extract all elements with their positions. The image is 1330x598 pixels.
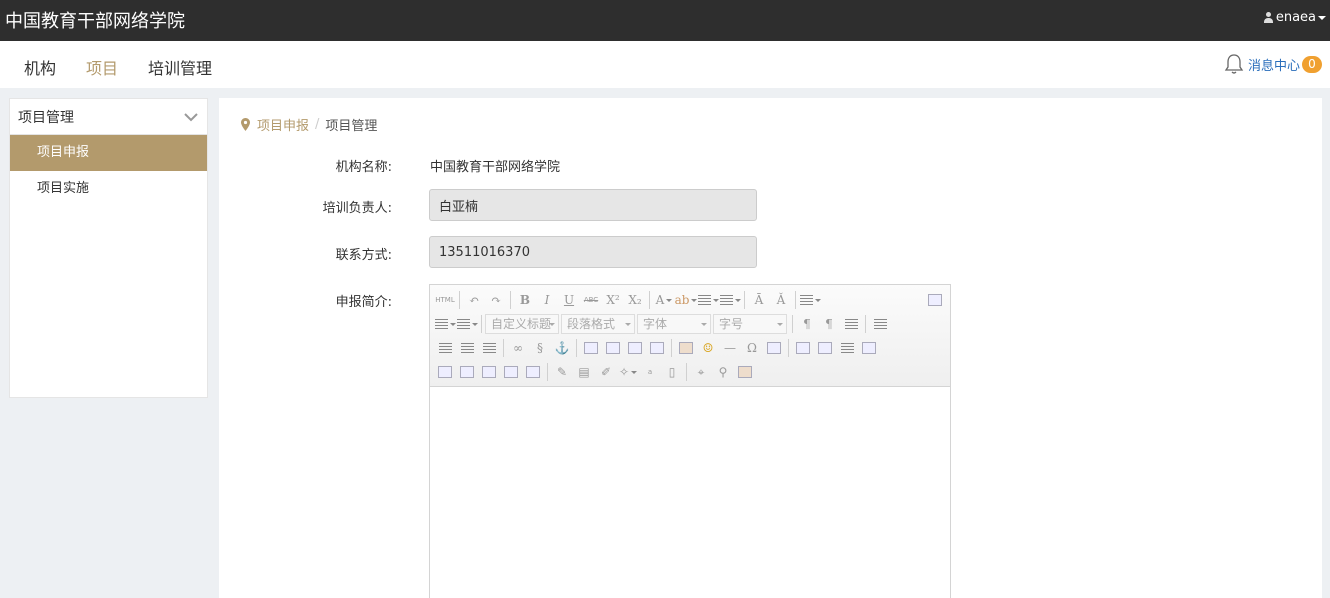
contact-person-label: 培训负责人:: [322, 201, 392, 216]
link-icon[interactable]: ∞: [507, 338, 529, 358]
merge-cells-icon[interactable]: [500, 362, 522, 382]
site-title: 中国教育干部网络学院: [5, 11, 185, 32]
main-nav: 机构 项目 培训管理 消息中心 0: [0, 41, 1330, 88]
align-center-icon[interactable]: [434, 338, 456, 358]
magic-wand-icon[interactable]: ✧: [617, 362, 639, 382]
rtl-icon[interactable]: ¶: [818, 314, 840, 334]
image-right-icon[interactable]: [602, 338, 624, 358]
image-left-icon[interactable]: [580, 338, 602, 358]
user-icon: [1263, 11, 1274, 24]
image-center-icon[interactable]: [646, 338, 668, 358]
sidebar-group-label: 项目管理: [18, 109, 74, 126]
map-pin-icon: [241, 118, 250, 131]
org-name-value: 中国教育干部网络学院: [430, 160, 561, 175]
align-justify-icon[interactable]: [478, 338, 500, 358]
ltr-icon[interactable]: ¶: [796, 314, 818, 334]
word-image-icon[interactable]: [763, 338, 785, 358]
paragraph-spacing-icon[interactable]: [434, 314, 456, 334]
sidebar-item-project-implement[interactable]: 项目实施: [10, 171, 207, 207]
page-icon[interactable]: ▯: [661, 362, 683, 382]
font-size-select[interactable]: 字号: [713, 314, 787, 334]
rich-text-editor: HTML ↶ ↷ B I U ABC X² X₂ A ab Ā Ǎ 自定义标题 …: [429, 284, 951, 598]
line-height-icon[interactable]: [456, 314, 478, 334]
unordered-list-icon[interactable]: [719, 290, 741, 310]
ordered-list-icon[interactable]: [697, 290, 719, 310]
search-replace-icon[interactable]: ⌖: [690, 362, 712, 382]
image-gallery-icon[interactable]: [734, 362, 756, 382]
paragraph-format-select[interactable]: 段落格式: [561, 314, 635, 334]
breadcrumb: 项目申报 / 项目管理: [241, 115, 377, 134]
contact-phone-field[interactable]: [429, 236, 757, 268]
delete-table-icon[interactable]: [814, 338, 836, 358]
paste-icon[interactable]: ▤: [573, 362, 595, 382]
clear-format-icon[interactable]: Ā: [748, 290, 770, 310]
message-count-badge: 0: [1302, 55, 1322, 73]
editor-content-area[interactable]: [430, 387, 950, 598]
font-color-icon[interactable]: A: [653, 290, 675, 310]
align-menu-icon[interactable]: [799, 290, 821, 310]
align-right-icon[interactable]: [456, 338, 478, 358]
superscript-icon[interactable]: X²: [602, 290, 624, 310]
unlink-icon[interactable]: §: [529, 338, 551, 358]
undo-icon[interactable]: ↶: [463, 290, 485, 310]
brush-icon[interactable]: ✐: [595, 362, 617, 382]
insert-col-icon[interactable]: [456, 362, 478, 382]
top-bar: 中国教育干部网络学院 enaea: [0, 0, 1330, 41]
delete-row-icon[interactable]: [434, 362, 456, 382]
custom-title-select[interactable]: 自定义标题: [485, 314, 559, 334]
breadcrumb-link[interactable]: 项目申报: [257, 115, 309, 134]
org-name-label: 机构名称:: [335, 160, 392, 175]
html-source-button[interactable]: HTML: [434, 290, 456, 310]
sidebar-group-header[interactable]: 项目管理: [10, 99, 207, 135]
insert-image-icon[interactable]: [675, 338, 697, 358]
contact-person-field[interactable]: [429, 189, 757, 221]
contact-phone-label: 联系方式:: [335, 248, 392, 263]
redo-icon[interactable]: ↷: [485, 290, 507, 310]
bold-icon[interactable]: B: [514, 290, 536, 310]
sidebar: 项目管理 项目申报 项目实施: [9, 98, 208, 398]
nav-item-training[interactable]: 培训管理: [148, 55, 212, 79]
split-cells-icon[interactable]: [522, 362, 544, 382]
subscript-icon[interactable]: X₂: [624, 290, 646, 310]
format-painter-icon[interactable]: Ǎ: [770, 290, 792, 310]
nav-item-org[interactable]: 机构: [24, 55, 56, 79]
highlight-icon[interactable]: ab: [675, 290, 697, 310]
emoji-icon[interactable]: ☺: [697, 338, 719, 358]
underline-icon[interactable]: U: [558, 290, 580, 310]
fullscreen-icon[interactable]: [924, 290, 946, 310]
strikethrough-icon[interactable]: ABC: [580, 290, 602, 310]
indent-icon[interactable]: [840, 314, 862, 334]
image-none-icon[interactable]: [624, 338, 646, 358]
nav-item-project[interactable]: 项目: [86, 55, 118, 79]
editor-toolbar: HTML ↶ ↷ B I U ABC X² X₂ A ab Ā Ǎ 自定义标题 …: [430, 285, 950, 387]
anchor-icon[interactable]: ⚓: [551, 338, 573, 358]
text-icon[interactable]: a: [639, 362, 661, 382]
sidebar-item-project-apply[interactable]: 项目申报: [10, 135, 207, 171]
preview-icon[interactable]: ⚲: [712, 362, 734, 382]
breadcrumb-current: 项目管理: [325, 119, 378, 134]
message-center-label: 消息中心: [1247, 58, 1300, 74]
insert-row-icon[interactable]: [858, 338, 880, 358]
font-family-select[interactable]: 字体: [637, 314, 711, 334]
intro-label: 申报简介:: [335, 295, 392, 310]
message-center-link[interactable]: 消息中心 0: [1224, 53, 1322, 75]
main-panel: 项目申报 / 项目管理 机构名称: 中国教育干部网络学院 培训负责人: 联系方式…: [219, 98, 1322, 598]
insert-para-before-table-icon[interactable]: [836, 338, 858, 358]
user-menu[interactable]: enaea: [1263, 10, 1326, 25]
username: enaea: [1275, 10, 1316, 25]
special-char-icon[interactable]: Ω: [741, 338, 763, 358]
justify-left-icon[interactable]: [869, 314, 891, 334]
chevron-down-icon: [184, 112, 198, 121]
eraser-icon[interactable]: ✎: [551, 362, 573, 382]
insert-table-icon[interactable]: [792, 338, 814, 358]
caret-down-icon: [1318, 15, 1326, 20]
italic-icon[interactable]: I: [536, 290, 558, 310]
delete-col-icon[interactable]: [478, 362, 500, 382]
bell-icon: [1224, 54, 1244, 74]
horizontal-rule-icon[interactable]: —: [719, 338, 741, 358]
